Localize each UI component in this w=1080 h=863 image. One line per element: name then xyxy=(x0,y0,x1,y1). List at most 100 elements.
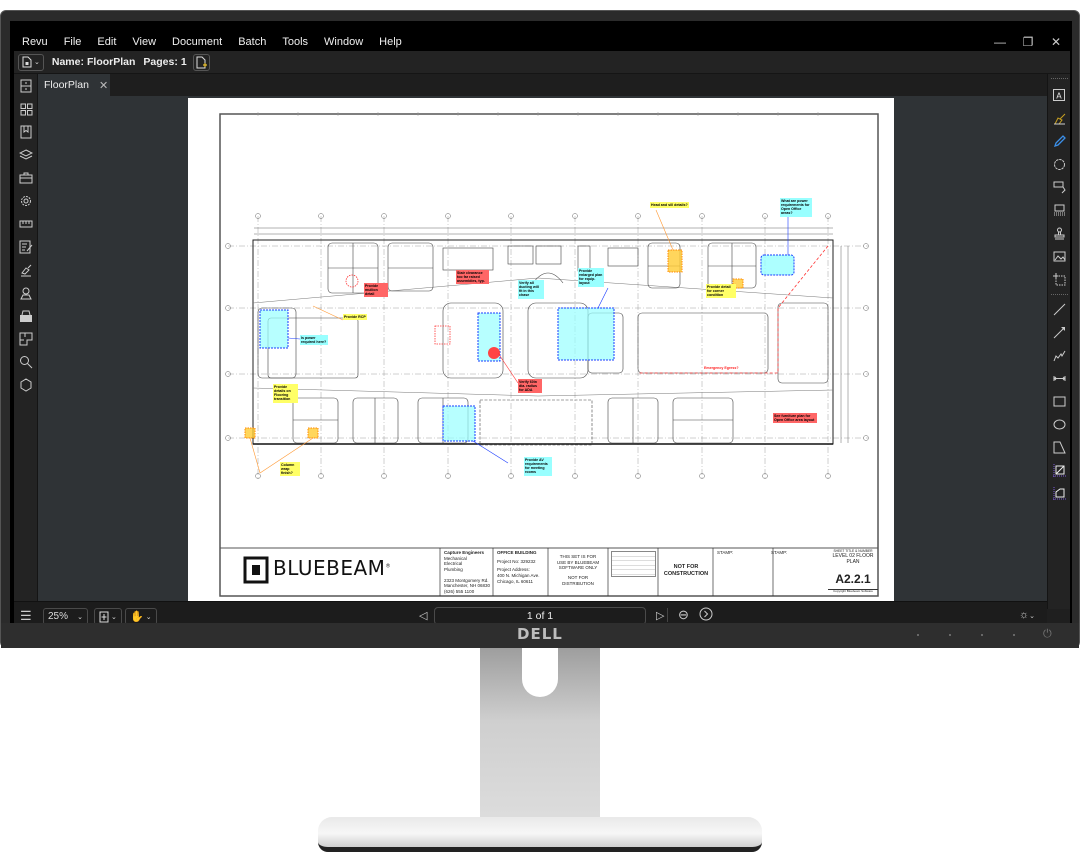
add-page-button[interactable] xyxy=(192,53,210,71)
markup-note[interactable]: Provide detail for corner condition xyxy=(706,284,736,299)
tab-label: FloorPlan xyxy=(44,79,89,91)
markup-note[interactable]: Stair clearance too far raised assemblie… xyxy=(456,270,489,285)
menu-bar: Revu File Edit View Document Batch Tools… xyxy=(14,33,1070,51)
measurements-ruler-icon[interactable] xyxy=(18,216,34,232)
tab-floorplan[interactable]: FloorPlan ✕ xyxy=(38,74,110,96)
zoom-value: 25% xyxy=(48,611,69,622)
dimension-icon[interactable] xyxy=(1051,370,1067,386)
monitor-button[interactable] xyxy=(981,634,983,636)
properties-gear-icon[interactable] xyxy=(18,193,34,209)
signatures-icon[interactable] xyxy=(18,262,34,278)
measure-area-icon[interactable] xyxy=(1051,462,1067,478)
toolchest-icon[interactable] xyxy=(18,170,34,186)
next-view-icon[interactable] xyxy=(699,607,713,624)
layers-icon[interactable] xyxy=(18,147,34,163)
markup-note[interactable]: Verify all ducting will fit in this chas… xyxy=(518,280,544,299)
toolbar-separator xyxy=(1051,294,1068,295)
markup-note[interactable]: Head and sill details? xyxy=(650,202,689,209)
ellipse-icon[interactable] xyxy=(1051,416,1067,432)
image-icon[interactable] xyxy=(1051,248,1067,264)
menu-document[interactable]: Document xyxy=(164,33,230,51)
menu-view[interactable]: View xyxy=(124,33,164,51)
stamp-icon[interactable] xyxy=(1051,225,1067,241)
measure-perimeter-icon[interactable] xyxy=(1051,485,1067,501)
stamp-2: STAMP: xyxy=(771,550,788,555)
floor-plan-drawing xyxy=(219,112,879,597)
callout-icon[interactable] xyxy=(1051,179,1067,195)
markup-note[interactable]: Emergency Egress? xyxy=(703,365,740,371)
file-cabinet-icon[interactable] xyxy=(18,78,34,94)
nfc-line: CONSTRUCTION xyxy=(663,570,709,577)
menu-tools[interactable]: Tools xyxy=(274,33,316,51)
document-tab-bar: FloorPlan ✕ xyxy=(38,74,1047,96)
project-block: OFFICE BUILDING Project No: 329232 Proje… xyxy=(497,550,547,584)
chevron-down-icon: ⌄ xyxy=(111,613,117,621)
markup-note[interactable]: Provide RCP xyxy=(343,314,367,321)
markups-list-icon[interactable] xyxy=(18,239,34,255)
studio-icon[interactable] xyxy=(18,377,34,393)
menu-batch[interactable]: Batch xyxy=(230,33,274,51)
disclaimer-block: THIS SET IS FOR USE BY BLUEBEAM SOFTWARE… xyxy=(550,554,606,586)
snapshot-icon[interactable] xyxy=(1051,271,1067,287)
markup-note[interactable]: Provide enlarged plan for equip. layout xyxy=(578,268,604,287)
monitor-button[interactable] xyxy=(1013,634,1015,636)
markup-note[interactable]: Column wrap finish? xyxy=(280,462,300,477)
markup-note[interactable]: What are power requirements for Open Off… xyxy=(780,198,812,217)
list-menu-icon[interactable]: ☰ xyxy=(20,608,32,624)
cloud-icon[interactable] xyxy=(1051,156,1067,172)
rectangle-icon[interactable] xyxy=(1051,393,1067,409)
markup-note[interactable]: Provide details on Flooring transition xyxy=(273,384,298,403)
monitor-chin: DELL ⏻ xyxy=(1,623,1079,648)
brightness-icon[interactable]: ☼⌄ xyxy=(1019,609,1035,621)
monitor-stand-base xyxy=(318,817,762,852)
markup-note[interactable]: Verify 60in dia. radius for ADA xyxy=(518,379,542,394)
previous-view-icon[interactable]: ⊖ xyxy=(678,607,689,623)
polyline-icon[interactable] xyxy=(1051,347,1067,363)
stamp-1: STAMP: xyxy=(717,550,734,555)
drawing-page[interactable]: BLUEBEAM® Capture Engineers Mechanical E… xyxy=(188,98,894,601)
line-icon[interactable] xyxy=(1051,301,1067,317)
svg-text:A: A xyxy=(1056,92,1062,101)
places-icon[interactable] xyxy=(18,285,34,301)
left-panel-bar xyxy=(14,74,38,609)
thumbnails-icon[interactable] xyxy=(18,101,34,117)
monitor-button[interactable] xyxy=(949,634,951,636)
monitor: Revu File Edit View Document Batch Tools… xyxy=(0,10,1080,648)
engineers-block: Capture Engineers Mechanical Electrical … xyxy=(444,550,492,594)
monitor-button[interactable] xyxy=(917,634,919,636)
stamp-printer-icon[interactable] xyxy=(18,308,34,324)
stamp-group-icon[interactable] xyxy=(1051,202,1067,218)
sheet-title: PLAN xyxy=(846,559,860,566)
markup-note[interactable]: Provide mullion detail xyxy=(364,283,388,298)
polygon-icon[interactable] xyxy=(1051,439,1067,455)
bookmarks-icon[interactable] xyxy=(18,124,34,140)
text-box-icon[interactable]: A xyxy=(1051,87,1067,103)
close-window-button[interactable]: ✕ xyxy=(1042,35,1070,49)
power-icon[interactable]: ⏻ xyxy=(1043,628,1052,641)
markup-note[interactable]: Is power required here? xyxy=(300,335,328,346)
fit-page-icon xyxy=(99,611,109,622)
spaces-icon[interactable] xyxy=(18,331,34,347)
menu-revu[interactable]: Revu xyxy=(14,33,56,51)
search-icon[interactable] xyxy=(18,354,34,370)
toolbar-grip[interactable] xyxy=(1051,78,1068,79)
previous-page-icon[interactable]: ◁ xyxy=(419,609,427,622)
pen-icon[interactable] xyxy=(1051,133,1067,149)
menu-help[interactable]: Help xyxy=(371,33,410,51)
minimize-button[interactable]: — xyxy=(986,35,1014,49)
close-tab-icon[interactable]: ✕ xyxy=(99,79,108,92)
markup-note[interactable]: See furniture plan for Open Office area … xyxy=(773,413,817,424)
name-value: FloorPlan xyxy=(86,56,136,68)
nfc-line: NOT FOR xyxy=(673,564,699,570)
menu-edit[interactable]: Edit xyxy=(89,33,124,51)
arrow-icon[interactable] xyxy=(1051,324,1067,340)
markup-note[interactable]: Provide AV requirements for meeting room… xyxy=(524,457,552,476)
menu-window[interactable]: Window xyxy=(316,33,371,51)
menu-file[interactable]: File xyxy=(56,33,90,51)
restore-button[interactable]: ❐ xyxy=(1014,35,1042,49)
document-menu-button[interactable]: ⌄ xyxy=(18,53,44,71)
highlighter-icon[interactable] xyxy=(1051,110,1067,126)
hand-icon: ✋ xyxy=(130,611,144,623)
next-page-icon[interactable]: ▷ xyxy=(656,609,664,622)
document-canvas[interactable]: BLUEBEAM® Capture Engineers Mechanical E… xyxy=(38,96,1047,601)
